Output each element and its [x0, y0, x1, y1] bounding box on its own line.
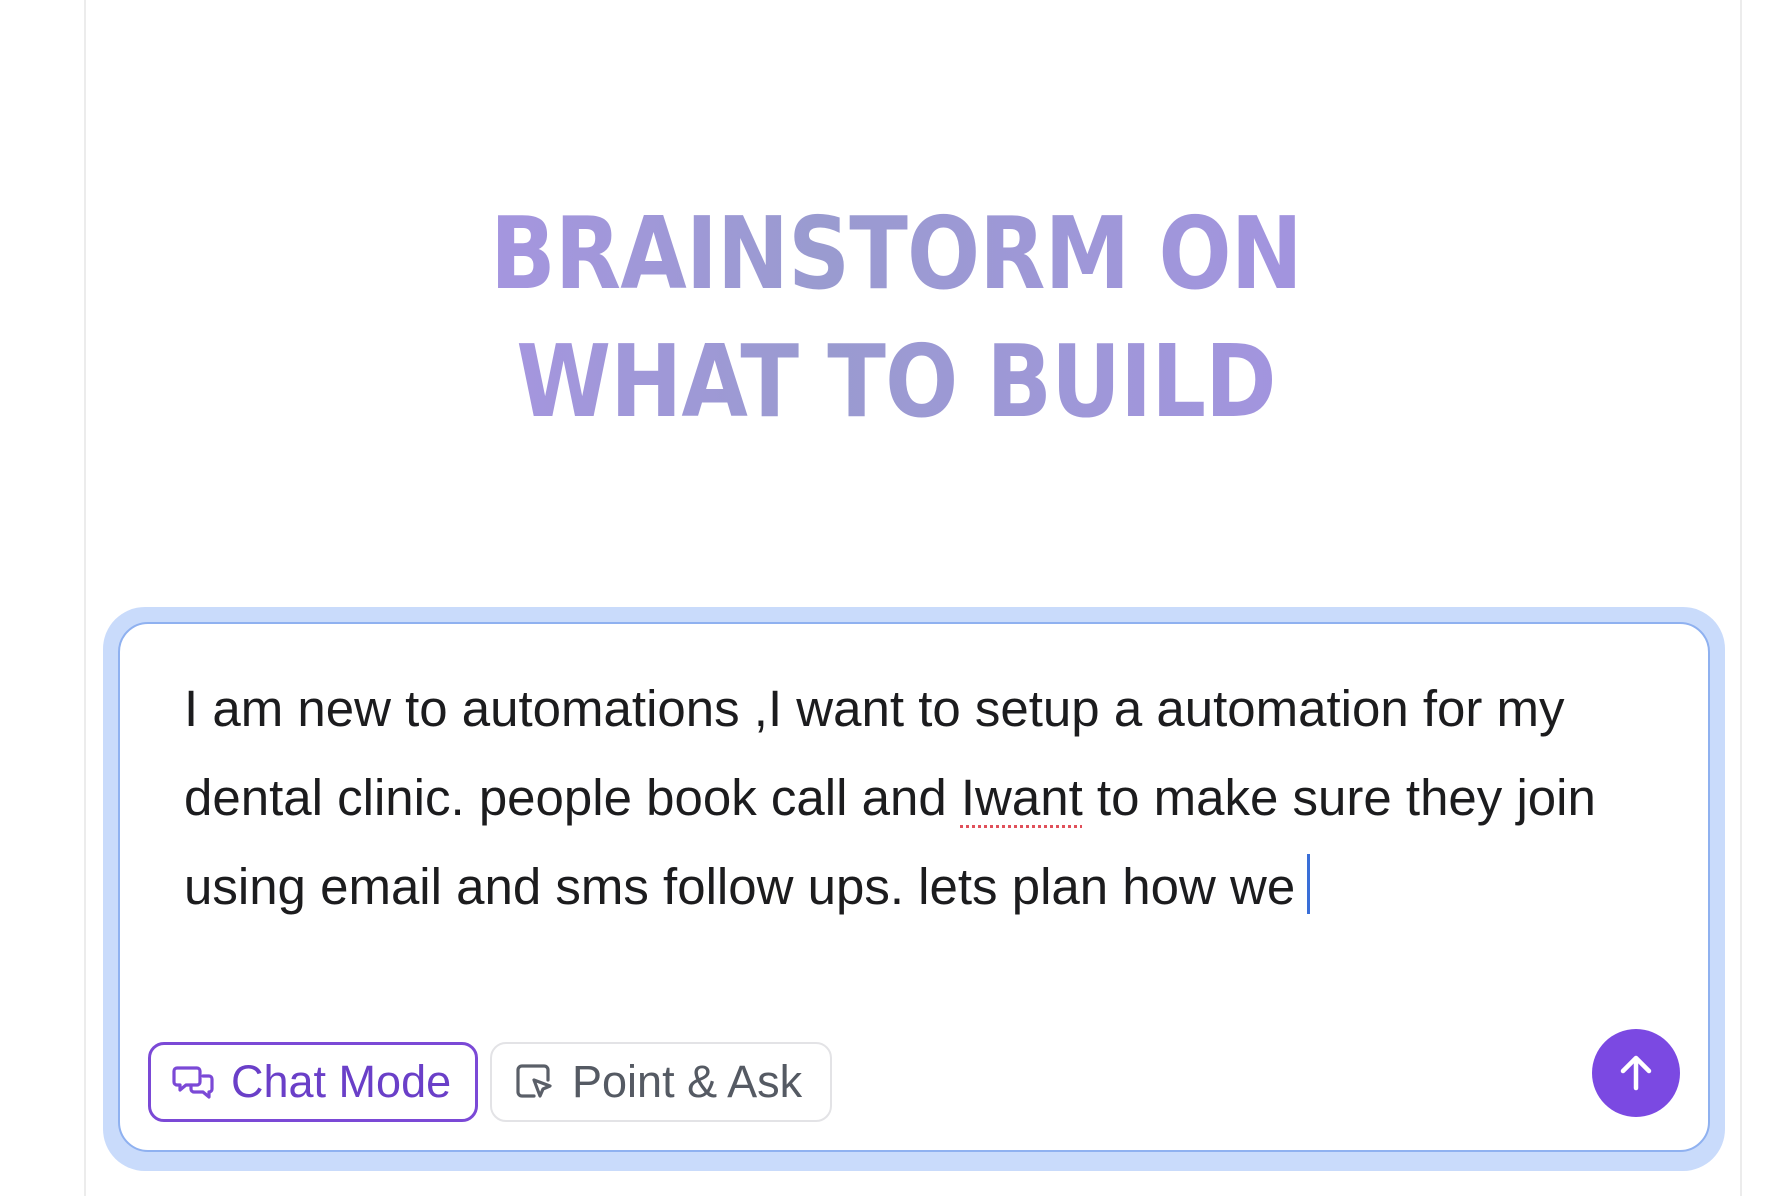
- chat-bubbles-icon: [172, 1066, 214, 1099]
- text-caret: [1307, 854, 1311, 914]
- chat-mode-label: Chat Mode: [231, 1056, 452, 1107]
- hero-heading: BRAINSTORM ON WHAT TO BUILD: [0, 190, 1792, 446]
- arrow-up-icon: [1620, 1055, 1652, 1091]
- hero-line-2: WHAT TO BUILD: [125, 318, 1666, 446]
- send-button[interactable]: [1592, 1029, 1680, 1117]
- prompt-composer[interactable]: I am new to automations ,I want to setup…: [118, 622, 1710, 1152]
- misspelled-word[interactable]: Iwant: [961, 769, 1083, 826]
- point-ask-label: Point & Ask: [572, 1056, 803, 1107]
- hero-line-1: BRAINSTORM ON: [125, 190, 1666, 318]
- chat-mode-button[interactable]: Chat Mode: [148, 1042, 478, 1122]
- composer-toolbar: Chat Mode Point & Ask: [148, 1042, 832, 1122]
- point-ask-button[interactable]: Point & Ask: [490, 1042, 832, 1122]
- pointer-select-icon: [516, 1064, 552, 1098]
- prompt-input[interactable]: I am new to automations ,I want to setup…: [184, 664, 1654, 931]
